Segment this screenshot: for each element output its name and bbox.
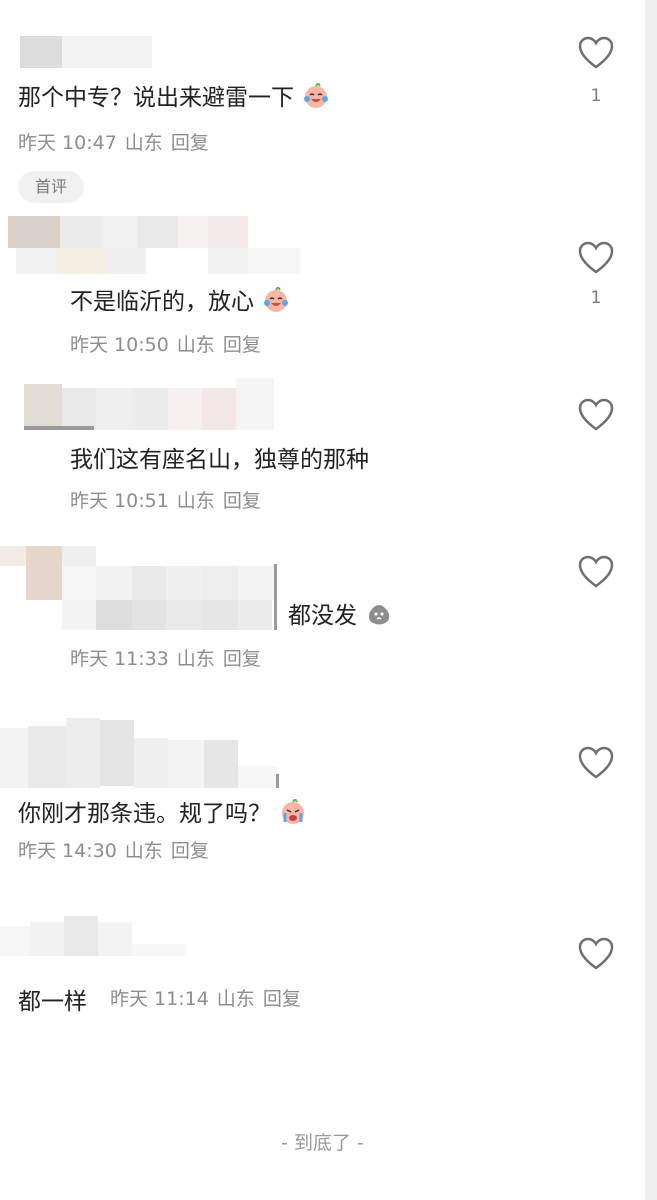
- comment-meta: 昨天 10:47 山东 回复: [18, 128, 217, 155]
- comment-text-content: 不是临沂的，放心: [70, 289, 254, 315]
- reply-button[interactable]: 回复: [223, 490, 261, 512]
- like-count: 1: [590, 86, 602, 106]
- first-comment-badge: 首评: [18, 171, 84, 203]
- reply-button[interactable]: 回复: [263, 988, 301, 1010]
- comment-text: 我们这有座名山，独尊的那种: [70, 447, 369, 473]
- like-button[interactable]: [578, 555, 614, 589]
- comment-text: 那个中专？说出来避雷一下: [18, 78, 329, 112]
- reply-button[interactable]: 回复: [171, 840, 209, 862]
- heart-icon: [578, 746, 614, 779]
- like-button[interactable]: [578, 36, 614, 70]
- right-edge-strip: [645, 0, 657, 1200]
- end-of-list-indicator: - 到底了 -: [281, 1132, 364, 1154]
- comment-item: 不是临沂的，放心 昨天 10:50 山东 回复: [0, 216, 560, 366]
- comment-location: 山东: [176, 648, 215, 670]
- comment-text: 都一样: [18, 989, 87, 1015]
- comment-location: 山东: [216, 988, 255, 1010]
- comment-item: 都没发 昨天 11:33 山东 回复: [0, 546, 560, 686]
- comment-item: 你刚才那条违。规了吗？ 昨天 14:30 山东 回复: [0, 718, 560, 868]
- loud-crying-icon: [282, 799, 305, 824]
- comment-text: 都没发: [288, 596, 392, 630]
- comment-text-content: 你刚才那条违。规了吗？: [18, 801, 271, 827]
- comment-time: 昨天 14:30: [18, 840, 117, 862]
- like-count: 1: [590, 288, 602, 308]
- heart-icon: [578, 36, 614, 69]
- comment-text: 你刚才那条违。规了吗？: [18, 794, 306, 828]
- like-button[interactable]: [578, 241, 614, 275]
- comment-time: 昨天 11:33: [70, 648, 169, 670]
- heart-icon: [578, 241, 614, 274]
- heart-icon: [578, 398, 614, 431]
- crying-laugh-icon: [264, 287, 289, 312]
- like-button[interactable]: [578, 746, 614, 780]
- comment-time: 昨天 10:51: [70, 490, 169, 512]
- reply-button[interactable]: 回复: [223, 334, 261, 356]
- comment-meta: 昨天 10:51 山东 回复: [70, 486, 269, 513]
- comment-text-content: 都没发: [288, 603, 357, 629]
- comment-location: 山东: [124, 840, 163, 862]
- comment-meta: 昨天 11:14 山东 回复: [110, 984, 309, 1011]
- comment-time: 昨天 10:47: [18, 132, 117, 154]
- like-button[interactable]: [578, 398, 614, 432]
- reply-button[interactable]: 回复: [223, 648, 261, 670]
- comment-meta: 昨天 14:30 山东 回复: [18, 836, 217, 863]
- comment-meta: 昨天 10:50 山东 回复: [70, 330, 269, 357]
- comment-meta: 昨天 11:33 山东 回复: [70, 644, 269, 671]
- crying-laugh-icon: [304, 83, 329, 108]
- heart-icon: [578, 937, 614, 970]
- comment-item: 都一样 昨天 11:14 山东 回复: [0, 916, 560, 1026]
- comment-location: 山东: [176, 490, 215, 512]
- comment-location: 山东: [124, 132, 163, 154]
- comment-location: 山东: [176, 334, 215, 356]
- comment-text-content: 那个中专？说出来避雷一下: [18, 85, 294, 111]
- comment-text: 不是临沂的，放心: [70, 282, 289, 316]
- comment-time: 昨天 10:50: [70, 334, 169, 356]
- sweat-face-icon: [369, 605, 390, 625]
- like-button[interactable]: [578, 937, 614, 971]
- comment-item: 那个中专？说出来避雷一下 昨天 10:47 山东 回复 首评: [0, 30, 560, 220]
- heart-icon: [578, 555, 614, 588]
- reply-button[interactable]: 回复: [171, 132, 209, 154]
- comment-item: 我们这有座名山，独尊的那种 昨天 10:51 山东 回复: [0, 378, 560, 528]
- comment-time: 昨天 11:14: [110, 988, 209, 1010]
